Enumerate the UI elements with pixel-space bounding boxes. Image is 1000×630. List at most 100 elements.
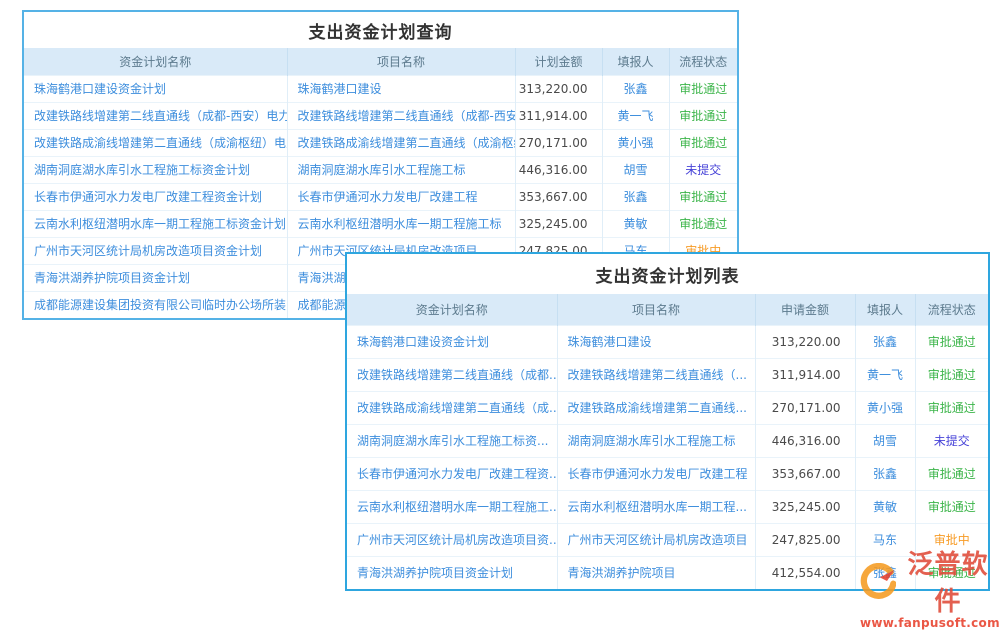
reporter-link[interactable]: 张鑫 [855, 457, 915, 490]
column-header-status: 流程状态 [669, 48, 737, 75]
status-badge: 审批通过 [915, 325, 988, 358]
status-badge: 未提交 [669, 156, 737, 183]
reporter-link[interactable]: 胡雪 [602, 156, 669, 183]
query-window-titlebar: 支出资金计划查询 [24, 12, 737, 48]
reporter-link[interactable]: 黄敏 [855, 490, 915, 523]
reporter-link[interactable]: 黄小强 [855, 391, 915, 424]
project-name-link[interactable]: 珠海鹤港口建设 [287, 75, 515, 102]
table-row[interactable]: 长春市伊通河水力发电厂改建工程资...长春市伊通河水力发电厂改建工程353,66… [347, 457, 988, 490]
table-row[interactable]: 改建铁路成渝线增建第二直通线（成...改建铁路成渝线增建第二直通线...270,… [347, 391, 988, 424]
plan-name-link[interactable]: 改建铁路线增建第二线直通线（成都... [347, 358, 557, 391]
table-row[interactable]: 珠海鹤港口建设资金计划珠海鹤港口建设313,220.00张鑫审批通过 [347, 325, 988, 358]
amount-cell: 270,171.00 [515, 129, 602, 156]
status-badge: 审批通过 [915, 490, 988, 523]
table-row[interactable]: 湖南洞庭湖水库引水工程施工标资...湖南洞庭湖水库引水工程施工标446,316.… [347, 424, 988, 457]
column-header-reporter: 填报人 [855, 294, 915, 325]
project-name-link[interactable]: 改建铁路成渝线增建第二直通线... [557, 391, 755, 424]
amount-cell: 325,245.00 [755, 490, 855, 523]
project-name-link[interactable]: 珠海鹤港口建设 [557, 325, 755, 358]
plan-name-link[interactable]: 珠海鹤港口建设资金计划 [347, 325, 557, 358]
reporter-link[interactable]: 张鑫 [602, 183, 669, 210]
amount-cell: 313,220.00 [755, 325, 855, 358]
project-name-link[interactable]: 湖南洞庭湖水库引水工程施工标 [557, 424, 755, 457]
reporter-link[interactable]: 黄一飞 [602, 102, 669, 129]
project-name-link[interactable]: 改建铁路成渝线增建第二直通线（成渝枢纽） [287, 129, 515, 156]
plan-name-link[interactable]: 改建铁路成渝线增建第二直通线（成渝枢纽）电力 [24, 129, 287, 156]
reporter-link[interactable]: 黄敏 [602, 210, 669, 237]
plan-name-link[interactable]: 广州市天河区统计局机房改造项目资金计划 [24, 237, 287, 264]
amount-cell: 353,667.00 [515, 183, 602, 210]
project-name-link[interactable]: 长春市伊通河水力发电厂改建工程 [557, 457, 755, 490]
plan-name-link[interactable]: 广州市天河区统计局机房改造项目资... [347, 523, 557, 556]
column-header-plan-name: 资金计划名称 [24, 48, 287, 75]
column-header-reporter: 填报人 [602, 48, 669, 75]
project-name-link[interactable]: 广州市天河区统计局机房改造项目 [557, 523, 755, 556]
table-row[interactable]: 云南水利枢纽潜明水库一期工程施工...云南水利枢纽潜明水库一期工程...325,… [347, 490, 988, 523]
table-row[interactable]: 改建铁路线增建第二线直通线（成都-西安）电力改建铁路线增建第二线直通线（成都-西… [24, 102, 737, 129]
status-badge: 审批通过 [669, 183, 737, 210]
amount-cell: 446,316.00 [755, 424, 855, 457]
project-name-link[interactable]: 长春市伊通河水力发电厂改建工程 [287, 183, 515, 210]
plan-name-link[interactable]: 改建铁路线增建第二线直通线（成都-西安）电力 [24, 102, 287, 129]
project-name-link[interactable]: 云南水利枢纽潜明水库一期工程... [557, 490, 755, 523]
reporter-link[interactable]: 马东 [855, 523, 915, 556]
reporter-link[interactable]: 张鑫 [855, 325, 915, 358]
status-badge: 审批通过 [669, 75, 737, 102]
project-name-link[interactable]: 改建铁路线增建第二线直通线（... [557, 358, 755, 391]
column-header-plan-name: 资金计划名称 [347, 294, 557, 325]
reporter-link[interactable]: 张鑫 [602, 75, 669, 102]
status-badge: 审批中 [915, 523, 988, 556]
amount-cell: 353,667.00 [755, 457, 855, 490]
plan-name-link[interactable]: 青海洪湖养护院项目资金计划 [347, 556, 557, 589]
table-row[interactable]: 青海洪湖养护院项目资金计划青海洪湖养护院项目412,554.00张鑫审批通过 [347, 556, 988, 589]
status-badge: 审批通过 [915, 457, 988, 490]
fund-plan-list-window: 支出资金计划列表 资金计划名称 项目名称 申请金额 填报人 流程状态 珠海鹤港口… [345, 252, 990, 591]
list-window-title: 支出资金计划列表 [596, 262, 740, 287]
table-row[interactable]: 广州市天河区统计局机房改造项目资...广州市天河区统计局机房改造项目247,82… [347, 523, 988, 556]
project-name-link[interactable]: 青海洪湖养护院项目 [557, 556, 755, 589]
reporter-link[interactable]: 胡雪 [855, 424, 915, 457]
plan-name-link[interactable]: 长春市伊通河水力发电厂改建工程资金计划 [24, 183, 287, 210]
amount-cell: 311,914.00 [755, 358, 855, 391]
table-row[interactable]: 珠海鹤港口建设资金计划珠海鹤港口建设313,220.00张鑫审批通过 [24, 75, 737, 102]
status-badge: 审批通过 [915, 391, 988, 424]
plan-name-link[interactable]: 云南水利枢纽潜明水库一期工程施工标资金计划 [24, 210, 287, 237]
plan-name-link[interactable]: 青海洪湖养护院项目资金计划 [24, 264, 287, 291]
status-badge: 审批通过 [669, 102, 737, 129]
table-row[interactable]: 改建铁路线增建第二线直通线（成都...改建铁路线增建第二线直通线（...311,… [347, 358, 988, 391]
query-table-header-row: 资金计划名称 项目名称 计划金额 填报人 流程状态 [24, 48, 737, 75]
status-badge: 未提交 [915, 424, 988, 457]
list-window-titlebar: 支出资金计划列表 [347, 254, 988, 294]
reporter-link[interactable]: 黄小强 [602, 129, 669, 156]
plan-name-link[interactable]: 湖南洞庭湖水库引水工程施工标资... [347, 424, 557, 457]
brand-url: www.fanpusoft.com [860, 616, 998, 630]
plan-name-link[interactable]: 云南水利枢纽潜明水库一期工程施工... [347, 490, 557, 523]
list-table-header-row: 资金计划名称 项目名称 申请金额 填报人 流程状态 [347, 294, 988, 325]
table-row[interactable]: 云南水利枢纽潜明水库一期工程施工标资金计划云南水利枢纽潜明水库一期工程施工标32… [24, 210, 737, 237]
column-header-project-name: 项目名称 [557, 294, 755, 325]
plan-name-link[interactable]: 长春市伊通河水力发电厂改建工程资... [347, 457, 557, 490]
plan-name-link[interactable]: 珠海鹤港口建设资金计划 [24, 75, 287, 102]
plan-name-link[interactable]: 成都能源建设集团投资有限公司临时办公场所装 [24, 291, 287, 318]
reporter-link[interactable]: 黄一飞 [855, 358, 915, 391]
table-row[interactable]: 湖南洞庭湖水库引水工程施工标资金计划湖南洞庭湖水库引水工程施工标446,316.… [24, 156, 737, 183]
plan-name-link[interactable]: 改建铁路成渝线增建第二直通线（成... [347, 391, 557, 424]
amount-cell: 270,171.00 [755, 391, 855, 424]
column-header-planned-amount: 计划金额 [515, 48, 602, 75]
amount-cell: 313,220.00 [515, 75, 602, 102]
project-name-link[interactable]: 云南水利枢纽潜明水库一期工程施工标 [287, 210, 515, 237]
fund-plan-list-table: 资金计划名称 项目名称 申请金额 填报人 流程状态 珠海鹤港口建设资金计划珠海鹤… [347, 294, 988, 589]
project-name-link[interactable]: 改建铁路线增建第二线直通线（成都-西安） [287, 102, 515, 129]
amount-cell: 412,554.00 [755, 556, 855, 589]
status-badge: 审批通过 [915, 556, 988, 589]
project-name-link[interactable]: 湖南洞庭湖水库引水工程施工标 [287, 156, 515, 183]
table-row[interactable]: 长春市伊通河水力发电厂改建工程资金计划长春市伊通河水力发电厂改建工程353,66… [24, 183, 737, 210]
amount-cell: 446,316.00 [515, 156, 602, 183]
query-window-title: 支出资金计划查询 [309, 18, 453, 43]
column-header-request-amount: 申请金额 [755, 294, 855, 325]
table-row[interactable]: 改建铁路成渝线增建第二直通线（成渝枢纽）电力改建铁路成渝线增建第二直通线（成渝枢… [24, 129, 737, 156]
status-badge: 审批通过 [915, 358, 988, 391]
reporter-link[interactable]: 张鑫 [855, 556, 915, 589]
amount-cell: 311,914.00 [515, 102, 602, 129]
plan-name-link[interactable]: 湖南洞庭湖水库引水工程施工标资金计划 [24, 156, 287, 183]
